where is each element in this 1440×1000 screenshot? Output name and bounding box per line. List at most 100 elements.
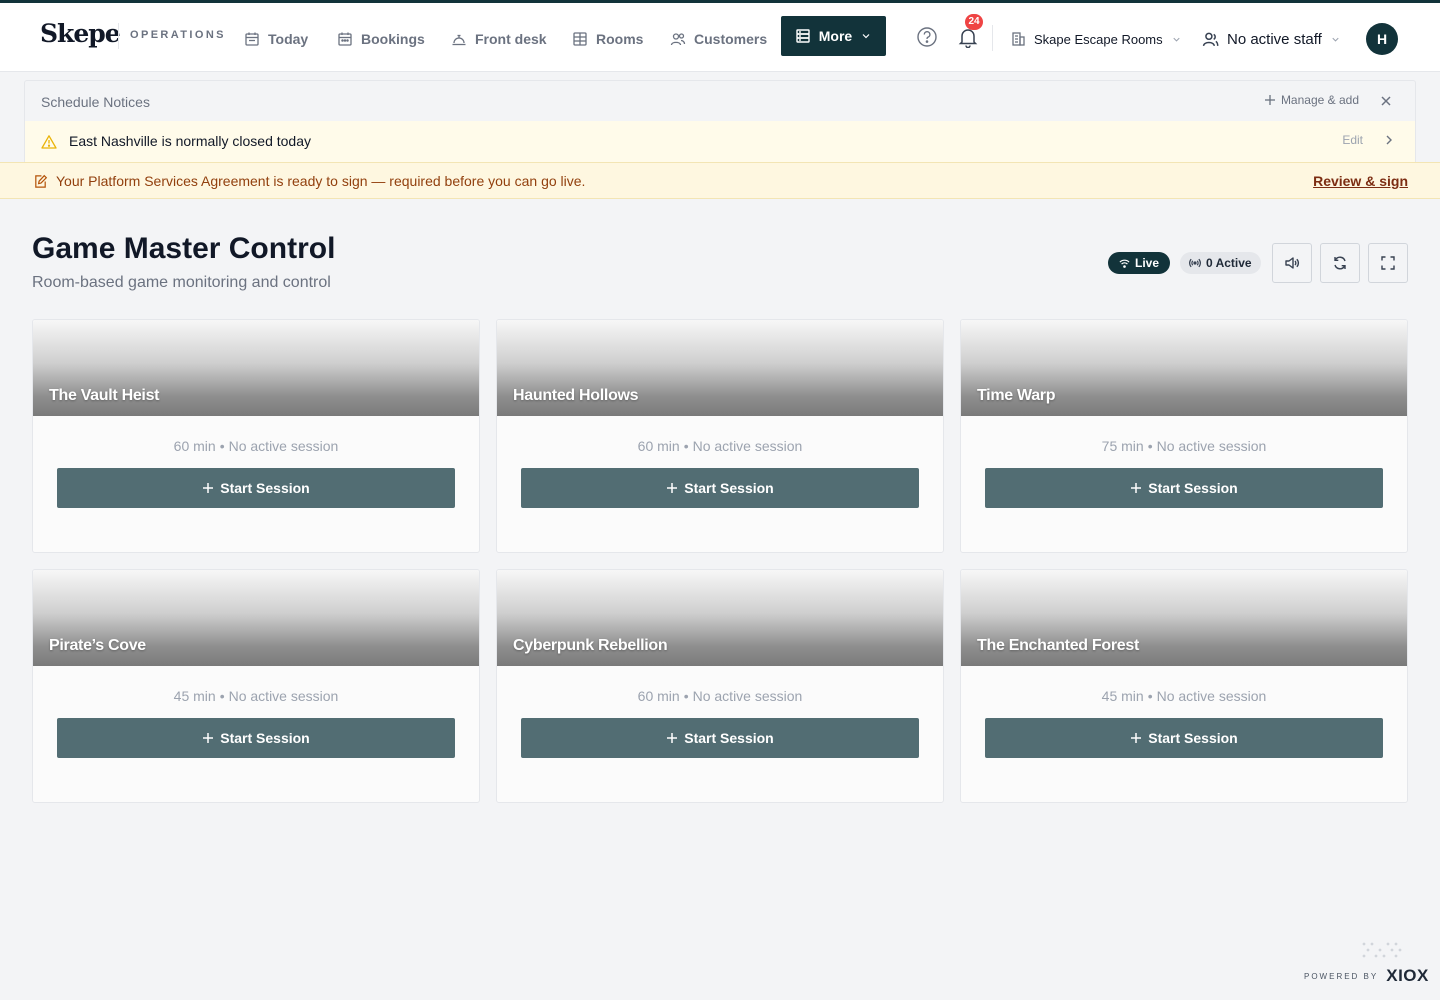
- help-button[interactable]: [916, 26, 938, 48]
- powered-by-brand: XIOX: [1386, 966, 1429, 985]
- start-session-button[interactable]: Start Session: [985, 468, 1383, 508]
- notice-text: East Nashville is normally closed today: [69, 133, 311, 149]
- close-notices-button[interactable]: [1379, 94, 1393, 108]
- room-card: The Enchanted Forest 45 min • No active se…: [960, 569, 1408, 803]
- room-status: No active session: [1156, 438, 1267, 454]
- nav-item-label: Today: [268, 31, 309, 47]
- grid-icon: [573, 32, 587, 46]
- review-sign-link[interactable]: Review & sign: [1313, 173, 1408, 189]
- room-status: No active session: [1156, 688, 1267, 704]
- app-logo[interactable]: Skepe: [40, 19, 121, 48]
- room-grid: The Vault Heist 60 min • No active session…: [32, 319, 1408, 803]
- start-session-button[interactable]: Start Session: [521, 718, 919, 758]
- room-status: No active session: [228, 688, 339, 704]
- manage-add-button[interactable]: Manage & add: [1264, 93, 1359, 107]
- nav-item-customers[interactable]: Customers: [670, 19, 767, 59]
- organization-switcher[interactable]: Skape Escape Rooms: [1010, 19, 1182, 59]
- separator-dot: •: [683, 438, 689, 454]
- room-name: The Enchanted Forest: [977, 637, 1140, 654]
- user-avatar[interactable]: H: [1366, 23, 1398, 55]
- plus-icon: [1131, 733, 1142, 743]
- nav-item-rooms[interactable]: Rooms: [572, 19, 643, 59]
- powered-by: POWERED BY XIOX: [1304, 966, 1429, 986]
- separator-dot: •: [683, 688, 689, 704]
- room-duration: 45 min: [173, 688, 216, 704]
- nav-item-label: Customers: [694, 31, 768, 47]
- server-icon: [796, 29, 810, 43]
- calendar-day-icon: [245, 32, 259, 46]
- room-name: Time Warp: [977, 387, 1056, 404]
- bell-desk-icon: [452, 34, 466, 46]
- start-session-label: Start Session: [684, 480, 774, 496]
- room-duration: 75 min: [1101, 438, 1144, 454]
- plus-icon: [667, 733, 678, 743]
- nav-item-label: Rooms: [596, 31, 644, 47]
- staff-switcher[interactable]: No active staff: [1202, 19, 1341, 59]
- start-session-label: Start Session: [684, 730, 774, 746]
- chevron-down-icon: [1332, 37, 1339, 42]
- wifi-icon: [1119, 259, 1130, 268]
- room-duration: 60 min: [637, 688, 680, 704]
- room-meta: 60 min • No active session: [497, 688, 943, 704]
- notice-row: East Nashville is normally closed today …: [25, 121, 1415, 163]
- live-label: Live: [1135, 256, 1160, 270]
- manage-add-label: Manage & add: [1280, 93, 1359, 107]
- more-menu-button[interactable]: More: [781, 16, 886, 56]
- nav-item-today[interactable]: Today: [244, 19, 308, 59]
- room-status: No active session: [228, 438, 339, 454]
- staff-label: No active staff: [1227, 30, 1322, 48]
- refresh-icon: [1334, 256, 1346, 270]
- organization-name: Skape Escape Rooms: [1034, 31, 1163, 47]
- active-sessions-badge: 0 Active: [1180, 252, 1261, 274]
- nav-separator: [992, 25, 993, 51]
- notification-count-badge: 24: [965, 14, 983, 30]
- nav-item-label: Front desk: [475, 31, 547, 47]
- start-session-button[interactable]: Start Session: [521, 468, 919, 508]
- room-meta: 60 min • No active session: [497, 438, 943, 454]
- notice-edit-button[interactable]: Edit: [1342, 133, 1395, 147]
- separator-dot: •: [1147, 438, 1153, 454]
- fullscreen-icon: [1381, 256, 1395, 270]
- room-card: Haunted Hollows 60 min • No active session…: [496, 319, 944, 553]
- warning-icon: [41, 135, 57, 149]
- plus-icon: [203, 733, 214, 743]
- page-subtitle: Room-based game monitoring and control: [32, 274, 331, 291]
- dots-decoration: [1362, 942, 1402, 958]
- powered-by-label: POWERED BY: [1304, 971, 1379, 981]
- nav-item-front-desk[interactable]: Front desk: [451, 19, 547, 59]
- chevron-right-icon: [1386, 135, 1392, 145]
- active-label: 0 Active: [1206, 256, 1252, 270]
- notice-edit-label: Edit: [1342, 133, 1363, 147]
- broadcast-icon: [1189, 258, 1201, 268]
- start-session-button[interactable]: Start Session: [985, 718, 1383, 758]
- room-status: No active session: [692, 438, 803, 454]
- more-label: More: [818, 28, 853, 44]
- room-name: The Vault Heist: [49, 387, 160, 404]
- live-status-badge: Live: [1108, 252, 1171, 274]
- plus-icon: [667, 483, 678, 493]
- start-session-label: Start Session: [1148, 480, 1238, 496]
- start-session-button[interactable]: Start Session: [57, 718, 455, 758]
- nav-item-bookings[interactable]: Bookings: [337, 19, 425, 59]
- calendar-icon: [338, 32, 352, 46]
- speaker-icon: [1285, 257, 1299, 269]
- start-session-label: Start Session: [1148, 730, 1238, 746]
- fullscreen-button[interactable]: [1368, 243, 1408, 283]
- plus-icon: [1264, 95, 1275, 105]
- sound-toggle-button[interactable]: [1272, 243, 1312, 283]
- schedule-notices-panel: Schedule Notices Manage & add East Nashv…: [24, 80, 1416, 163]
- logo-divider: [118, 23, 119, 49]
- help-circle-icon: [917, 27, 937, 47]
- agreement-text: Your Platform Services Agreement is read…: [56, 173, 586, 189]
- separator-dot: •: [219, 688, 225, 704]
- refresh-button[interactable]: [1320, 243, 1360, 283]
- room-card: Time Warp 75 min • No active session Start…: [960, 319, 1408, 553]
- plus-icon: [1131, 483, 1142, 493]
- chevron-down-icon: [1173, 37, 1180, 42]
- room-card: Pirate’s Cove 45 min • No active session S…: [32, 569, 480, 803]
- room-status: No active session: [692, 688, 803, 704]
- room-card: Cyberpunk Rebellion 60 min • No active ses…: [496, 569, 944, 803]
- start-session-button[interactable]: Start Session: [57, 468, 455, 508]
- document-edit-icon: [35, 174, 48, 188]
- separator-dot: •: [1147, 688, 1153, 704]
